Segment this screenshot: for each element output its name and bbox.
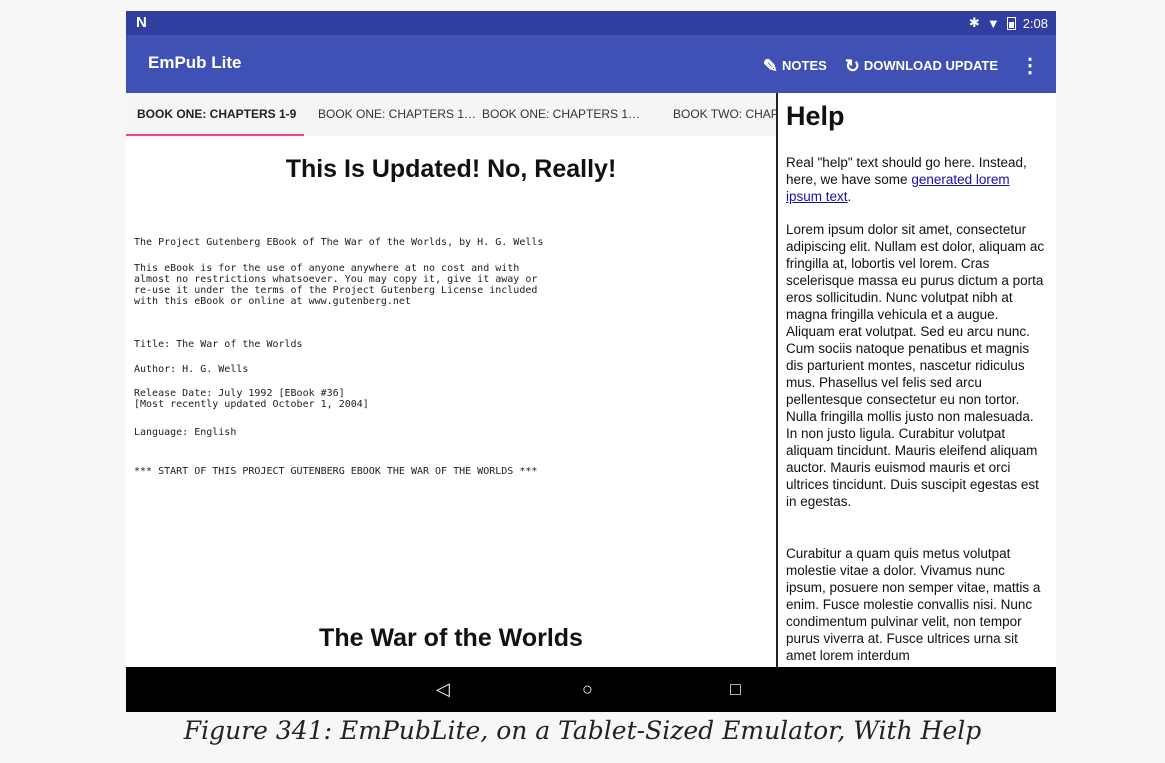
book-line: Author: H. G. Wells [134, 364, 249, 375]
wifi-icon: ▼ [986, 15, 1000, 31]
notification-n-icon: N [136, 14, 147, 31]
book-line: This eBook is for the use of anyone anyw… [134, 263, 538, 307]
download-update-button[interactable]: ↻ DOWNLOAD UPDATE [845, 57, 998, 75]
help-intro-end: . [847, 189, 852, 204]
bluetooth-icon: ✱ [968, 15, 980, 30]
notes-label: NOTES [782, 58, 827, 73]
book-line: Language: English [134, 427, 237, 438]
app-bar: EmPub Lite ✎ NOTES ↻ DOWNLOAD UPDATE ⋮ [126, 35, 1056, 93]
recents-icon[interactable]: □ [730, 679, 741, 699]
tab-book-one-chapters-3[interactable]: BOOK ONE: CHAPTERS 1… [482, 93, 647, 136]
home-icon[interactable]: ○ [582, 679, 593, 699]
book-line: *** START OF THIS PROJECT GUTENBERG EBOO… [134, 466, 538, 477]
back-icon[interactable]: ◁ [436, 679, 450, 699]
refresh-icon: ↻ [844, 55, 860, 76]
help-pane[interactable]: Help Real "help" text should go here. In… [778, 93, 1056, 667]
tab-book-one-chapters-1-9[interactable]: BOOK ONE: CHAPTERS 1-9 [137, 93, 307, 136]
help-intro: Real "help" text should go here. Instead… [786, 154, 1048, 205]
status-bar: N ✱ ▼ 2:08 [126, 11, 1056, 35]
pencil-icon: ✎ [762, 55, 779, 76]
device-screen: N ✱ ▼ 2:08 EmPub Lite ✎ NOTES ↻ DOWNLOAD… [126, 11, 1056, 712]
download-update-label: DOWNLOAD UPDATE [863, 58, 998, 73]
book-content[interactable]: This Is Updated! No, Really! The Project… [126, 136, 776, 667]
help-paragraph: Lorem ipsum dolor sit amet, consectetur … [786, 222, 1045, 509]
help-paragraph: Curabitur a quam quis metus volutpat mol… [786, 546, 1041, 663]
figure-caption: Figure 341: EmPubLite, on a Tablet-Sized… [183, 716, 982, 745]
help-title: Help [786, 101, 845, 131]
chapter-tabs: BOOK ONE: CHAPTERS 1-9 BOOK ONE: CHAPTER… [126, 93, 776, 136]
book-title-heading: The War of the Worlds [319, 624, 583, 652]
battery-icon [1006, 16, 1016, 30]
status-time: 2:08 [1022, 15, 1048, 31]
overflow-menu-icon[interactable]: ⋮ [1016, 53, 1040, 78]
app-bar-actions: ✎ NOTES ↻ DOWNLOAD UPDATE ⋮ [763, 53, 1040, 78]
system-nav-bar: ◁ ○ □ [126, 667, 1056, 712]
book-line: Title: The War of the Worlds [134, 339, 303, 350]
book-line: Release Date: July 1992 [EBook #36] [Mos… [134, 388, 369, 410]
book-line: The Project Gutenberg EBook of The War o… [134, 237, 544, 248]
status-icons: ✱ ▼ 2:08 [969, 15, 1048, 31]
tab-book-one-chapters-2[interactable]: BOOK ONE: CHAPTERS 1… [318, 93, 483, 136]
book-pane: BOOK ONE: CHAPTERS 1-9 BOOK ONE: CHAPTER… [126, 93, 776, 667]
app-title: EmPub Lite [148, 53, 242, 72]
tab-book-two-chapters[interactable]: BOOK TWO: CHAP [673, 93, 776, 136]
book-heading: This Is Updated! No, Really! [285, 155, 617, 183]
notes-button[interactable]: ✎ NOTES [763, 57, 827, 75]
